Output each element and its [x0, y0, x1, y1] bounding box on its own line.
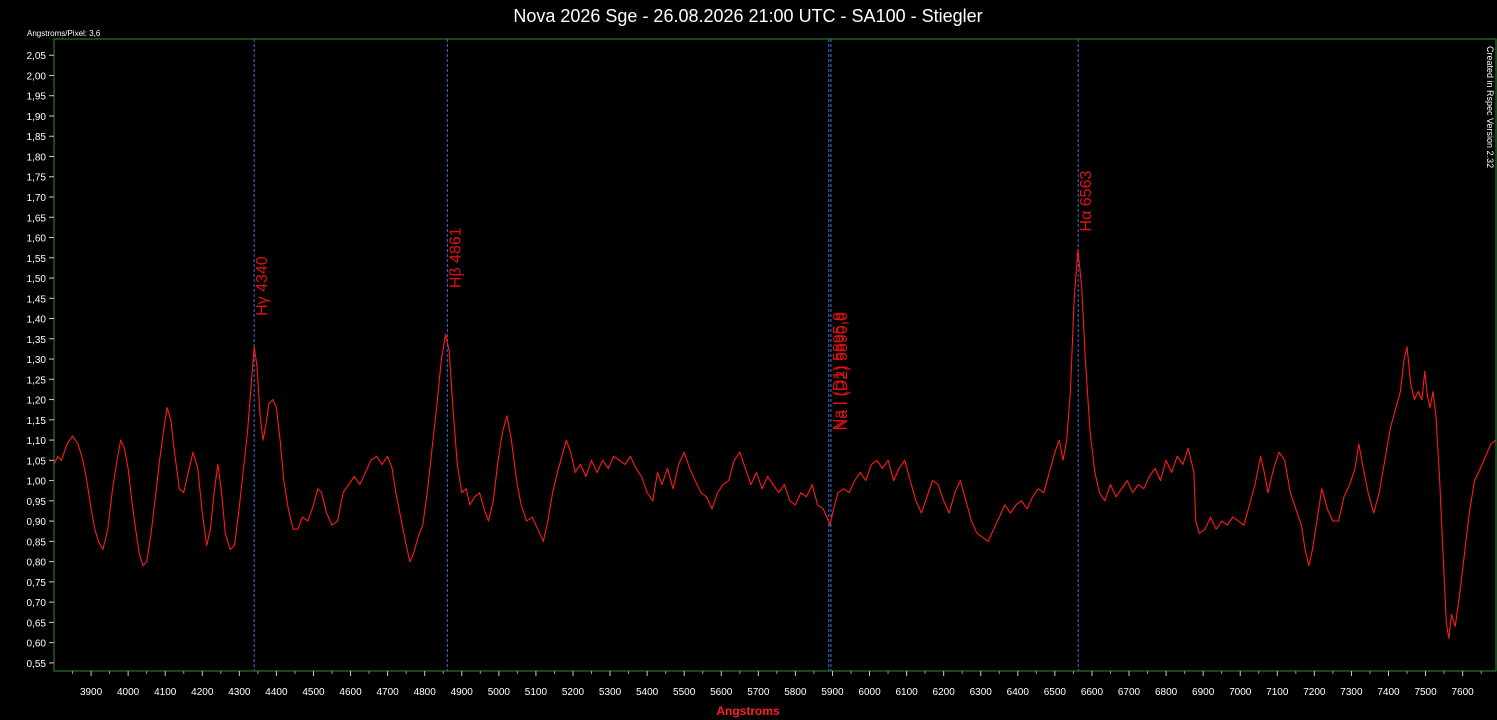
- y-tick-label: 1,90: [27, 112, 47, 123]
- y-tick-label: 1,65: [27, 213, 47, 224]
- y-tick-label: 1,10: [27, 436, 47, 447]
- y-tick-label: 2,00: [27, 71, 47, 82]
- y-tick-label: 1,15: [27, 416, 47, 427]
- x-axis-label: Angstroms: [716, 704, 780, 718]
- y-tick-label: 0,60: [27, 639, 47, 650]
- marker-label: Hβ 4861: [447, 227, 464, 288]
- y-tick-label: 0,90: [27, 517, 47, 528]
- y-tick-label: 0,65: [27, 618, 47, 629]
- y-tick-label: 1,20: [27, 396, 47, 407]
- x-tick-label: 4500: [302, 687, 325, 698]
- y-tick-label: 0,95: [27, 497, 47, 508]
- marker-label: Hγ 4340: [254, 256, 271, 316]
- x-tick-label: 4100: [154, 687, 177, 698]
- x-tick-label: 6700: [1118, 687, 1141, 698]
- y-tick-label: 1,95: [27, 92, 47, 103]
- x-tick-label: 7500: [1414, 687, 1437, 698]
- x-tick-label: 7600: [1452, 687, 1475, 698]
- x-tick-label: 4400: [265, 687, 288, 698]
- x-tick-label: 4800: [414, 687, 437, 698]
- x-tick-label: 6200: [933, 687, 956, 698]
- x-tick-label: 5000: [488, 687, 511, 698]
- y-tick-label: 0,75: [27, 578, 47, 589]
- y-tick-label: 1,70: [27, 193, 47, 204]
- y-tick-label: 1,40: [27, 315, 47, 326]
- y-tick-label: 1,05: [27, 456, 47, 467]
- x-tick-label: 4900: [451, 687, 474, 698]
- marker-label: Hα 6563: [1078, 171, 1095, 232]
- y-tick-label: 1,45: [27, 294, 47, 305]
- chart-title: Nova 2026 Sge - 26.08.2026 21:00 UTC - S…: [513, 6, 982, 26]
- x-tick-label: 6600: [1081, 687, 1104, 698]
- x-tick-label: 6400: [1007, 687, 1030, 698]
- x-tick-label: 4700: [376, 687, 399, 698]
- x-tick-label: 5100: [525, 687, 548, 698]
- y-tick-label: 2,05: [27, 51, 47, 62]
- marker-label: Na I (D2) 5890,0: [834, 312, 851, 430]
- x-tick-label: 6500: [1044, 687, 1067, 698]
- x-tick-label: 5600: [710, 687, 733, 698]
- y-tick-label: 1,00: [27, 477, 47, 488]
- software-watermark: Created in Rspec Version 2.32: [1485, 46, 1495, 168]
- x-tick-label: 7200: [1303, 687, 1326, 698]
- y-tick-label: 1,35: [27, 335, 47, 346]
- x-tick-label: 5800: [784, 687, 807, 698]
- y-tick-label: 1,80: [27, 152, 47, 163]
- x-tick-label: 3900: [80, 687, 103, 698]
- y-tick-label: 1,30: [27, 355, 47, 366]
- plot-frame: [53, 38, 1497, 672]
- x-tick-label: 7000: [1229, 687, 1252, 698]
- y-tick-label: 0,80: [27, 558, 47, 569]
- chart-subtitle: Angstroms/Pixel: 3,6: [27, 29, 101, 38]
- x-tick-label: 6900: [1192, 687, 1215, 698]
- y-tick-label: 1,25: [27, 375, 47, 386]
- x-tick-label: 4300: [228, 687, 251, 698]
- x-tick-label: 4200: [191, 687, 214, 698]
- x-tick-label: 5200: [562, 687, 585, 698]
- x-tick-label: 6800: [1155, 687, 1178, 698]
- y-tick-label: 1,55: [27, 254, 47, 265]
- y-tick-label: 1,85: [27, 132, 47, 143]
- x-tick-label: 5400: [636, 687, 659, 698]
- x-tick-label: 6100: [895, 687, 918, 698]
- y-tick-label: 1,60: [27, 234, 47, 245]
- x-tick-label: 6300: [970, 687, 993, 698]
- y-tick-label: 0,70: [27, 598, 47, 609]
- y-tick-label: 0,85: [27, 537, 47, 548]
- y-tick-label: 1,75: [27, 173, 47, 184]
- x-tick-label: 4600: [339, 687, 362, 698]
- x-tick-label: 7100: [1266, 687, 1289, 698]
- x-tick-label: 5900: [821, 687, 844, 698]
- x-tick-label: 5700: [747, 687, 770, 698]
- x-tick-label: 6000: [858, 687, 881, 698]
- y-tick-label: 1,50: [27, 274, 47, 285]
- x-tick-label: 7400: [1377, 687, 1400, 698]
- x-tick-label: 5500: [673, 687, 696, 698]
- x-tick-label: 7300: [1340, 687, 1363, 698]
- x-tick-label: 4000: [117, 687, 140, 698]
- spectrum-chart: Nova 2026 Sge - 26.08.2026 21:00 UTC - S…: [0, 0, 1497, 720]
- x-tick-label: 5300: [599, 687, 622, 698]
- y-tick-label: 0,55: [27, 659, 47, 670]
